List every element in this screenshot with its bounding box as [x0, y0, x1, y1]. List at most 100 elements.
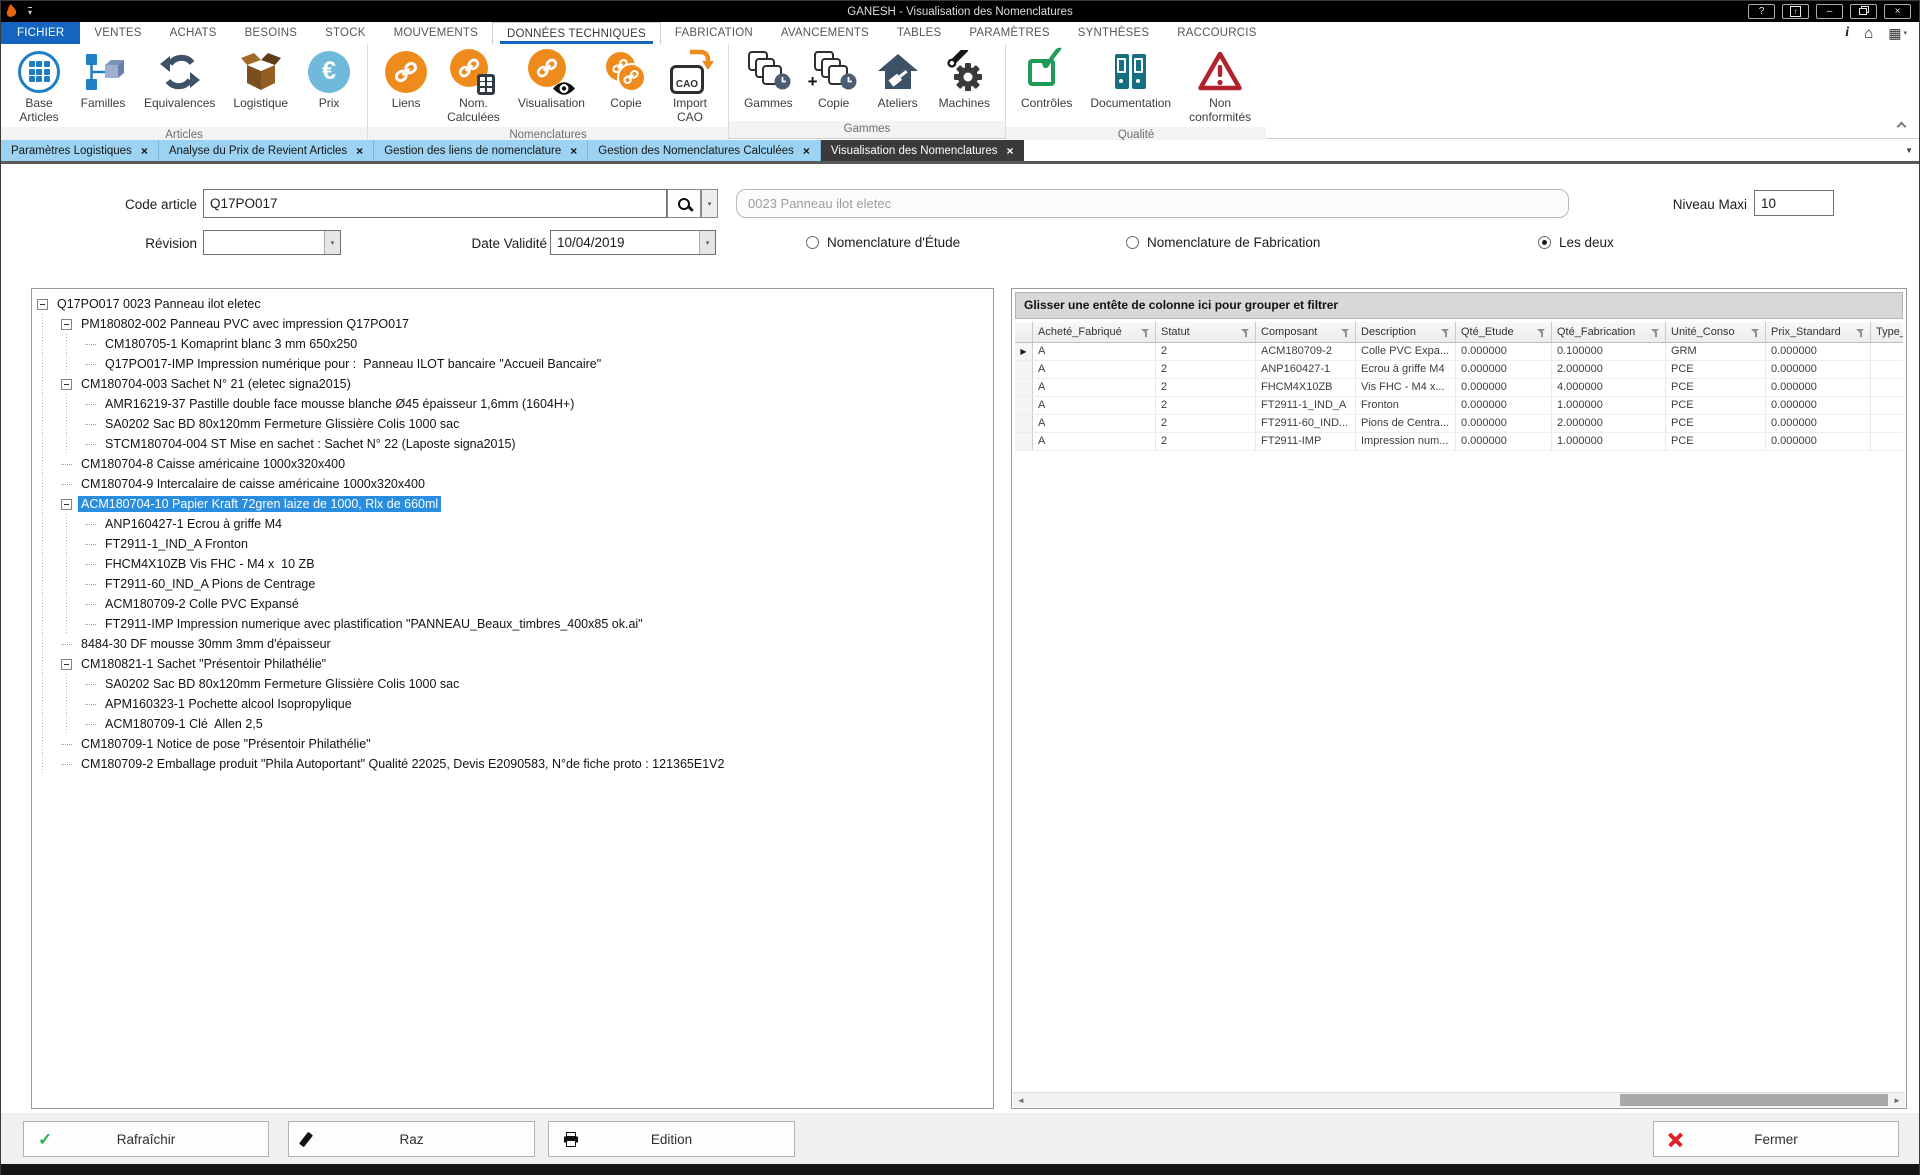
menu-item-syntheses[interactable]: SYNTHÈSES	[1064, 22, 1163, 44]
scroll-left-arrow-icon[interactable]: ◄	[1013, 1093, 1029, 1107]
filter-icon[interactable]	[1241, 328, 1250, 337]
tree-item[interactable]: CM180704-8 Caisse américaine 1000x320x40…	[32, 454, 993, 474]
ribbon-button-controles[interactable]: ✓Contrôles	[1012, 46, 1081, 127]
rafraichir-button[interactable]: ✓Rafraîchir	[23, 1121, 269, 1157]
filter-icon[interactable]	[1537, 328, 1546, 337]
menu-item-fichier[interactable]: FICHIER	[1, 22, 80, 44]
tree-item[interactable]: SA0202 Sac BD 80x120mm Fermeture Glissiè…	[32, 674, 993, 694]
minimize-button[interactable]: –	[1816, 4, 1843, 19]
chevron-down-icon[interactable]: ▾	[324, 231, 340, 254]
menu-item-avancements[interactable]: AVANCEMENTS	[767, 22, 883, 44]
home-icon[interactable]: ⌂	[1864, 25, 1873, 42]
grid-row[interactable]: ▶A2ACM180709-2Colle PVC Expa...0.0000000…	[1015, 343, 1903, 361]
scroll-thumb[interactable]	[1620, 1094, 1888, 1106]
niveau-maxi-input[interactable]	[1754, 190, 1834, 216]
tree-item[interactable]: AMR16219-37 Pastille double face mousse …	[32, 394, 993, 414]
grid-row[interactable]: A2FT2911-IMPImpression num...0.0000001.0…	[1015, 433, 1903, 451]
grid-row[interactable]: A2ANP160427-1Ecrou à griffe M40.0000002.…	[1015, 361, 1903, 379]
tree-item[interactable]: 8484-30 DF mousse 30mm 3mm d'épaisseur	[32, 634, 993, 654]
grid-column-header-description[interactable]: Description	[1356, 322, 1456, 343]
menu-item-stock[interactable]: STOCK	[311, 22, 379, 44]
grid-column-header-qte-etude[interactable]: Qté_Etude	[1456, 322, 1552, 343]
menu-item-besoins[interactable]: BESOINS	[231, 22, 312, 44]
tab-close-icon[interactable]: ×	[141, 144, 148, 158]
tree-item[interactable]: PM180802-002 Panneau PVC avec impression…	[32, 314, 993, 334]
tree-item[interactable]: FT2911-60_IND_A Pions de Centrage	[32, 574, 993, 594]
ribbon-button-ateliers[interactable]: Ateliers	[866, 46, 930, 121]
fermer-button[interactable]: Fermer	[1653, 1121, 1899, 1157]
ribbon-button-base-articles[interactable]: Base Articles	[7, 46, 71, 127]
grid-menu-icon[interactable]: ▦▾	[1888, 25, 1907, 42]
grid-column-header-type-v[interactable]: Type_V	[1871, 322, 1903, 343]
menu-item-raccourcis[interactable]: RACCOURCIS	[1163, 22, 1270, 44]
ribbon-button-import-cao[interactable]: CAOImport CAO	[658, 46, 722, 127]
close-button[interactable]: ×	[1884, 4, 1911, 19]
tab-visualisation-des-nomenclatures[interactable]: Visualisation des Nomenclatures×	[821, 140, 1024, 161]
menu-item-tables[interactable]: TABLES	[883, 22, 955, 44]
filter-icon[interactable]	[1651, 328, 1660, 337]
tree-item[interactable]: CM180709-1 Notice de pose "Présentoir Ph…	[32, 734, 993, 754]
edition-button[interactable]: Edition	[548, 1121, 795, 1157]
revision-combo[interactable]: ▾	[203, 230, 341, 255]
ribbon-collapse-button[interactable]	[1898, 123, 1905, 130]
filter-icon[interactable]	[1751, 328, 1760, 337]
menu-item-achats[interactable]: ACHATS	[156, 22, 231, 44]
tree-item[interactable]: ACM180704-10 Papier Kraft 72gren laize d…	[32, 494, 993, 514]
tree-expander-icon[interactable]	[37, 299, 48, 310]
menu-item-donnees-techniques[interactable]: DONNÉES TECHNIQUES	[492, 22, 661, 44]
tab-analyse-du-prix-de-revient-articles[interactable]: Analyse du Prix de Revient Articles×	[159, 140, 374, 161]
ribbon-button-familles[interactable]: Familles	[71, 46, 135, 127]
filter-icon[interactable]	[1441, 328, 1450, 337]
tree-item[interactable]: FT2911-IMP Impression numerique avec pla…	[32, 614, 993, 634]
tab-parametres-logistiques[interactable]: Paramètres Logistiques×	[1, 140, 159, 161]
tree-item[interactable]: FT2911-1_IND_A Fronton	[32, 534, 993, 554]
grid-column-header-statut[interactable]: Statut	[1156, 322, 1256, 343]
tab-close-icon[interactable]: ×	[1007, 144, 1014, 158]
restore-button[interactable]	[1850, 4, 1877, 19]
tab-close-icon[interactable]: ×	[356, 144, 363, 158]
pin-button[interactable]: ↑	[1782, 4, 1809, 19]
tree-expander-icon[interactable]	[61, 379, 72, 390]
tree-item[interactable]: ACM180709-1 Clé Allen 2,5	[32, 714, 993, 734]
ribbon-button-non-conformites[interactable]: Non conformités	[1180, 46, 1260, 127]
ribbon-button-equivalences[interactable]: Equivalences	[135, 46, 224, 127]
tree-item[interactable]: CM180704-9 Intercalaire de caisse améric…	[32, 474, 993, 494]
grid-column-header-qte-fabrication[interactable]: Qté_Fabrication	[1552, 322, 1666, 343]
radio-nomenclature-d-etude[interactable]: Nomenclature d'Étude	[806, 230, 960, 255]
grid-row[interactable]: A2FT2911-1_IND_AFronton0.0000001.000000P…	[1015, 397, 1903, 415]
grid-row[interactable]: A2FT2911-60_IND...Pions de Centra...0.00…	[1015, 415, 1903, 433]
grid-horizontal-scrollbar[interactable]: ◄ ►	[1013, 1092, 1905, 1107]
search-button[interactable]	[667, 189, 701, 218]
radio-nomenclature-de-fabrication[interactable]: Nomenclature de Fabrication	[1126, 230, 1320, 255]
tab-close-icon[interactable]: ×	[570, 144, 577, 158]
grid-row[interactable]: A2FHCM4X10ZBVis FHC - M4 x...0.0000004.0…	[1015, 379, 1903, 397]
help-button[interactable]: ?	[1748, 4, 1775, 19]
menu-item-mouvements[interactable]: MOUVEMENTS	[380, 22, 492, 44]
tree-expander-icon[interactable]	[61, 319, 72, 330]
menu-item-fabrication[interactable]: FABRICATION	[661, 22, 767, 44]
radio-les-deux[interactable]: Les deux	[1538, 230, 1614, 255]
tree-item[interactable]: Q17PO017-IMP Impression numérique pour :…	[32, 354, 993, 374]
tree-item[interactable]: CM180704-003 Sachet N° 21 (eletec signa2…	[32, 374, 993, 394]
tab-overflow-button[interactable]: ▼	[1905, 146, 1913, 155]
tree-item[interactable]: Q17PO017 0023 Panneau ilot eletec	[32, 294, 993, 314]
filter-icon[interactable]	[1856, 328, 1865, 337]
grid-group-panel[interactable]: Glisser une entête de colonne ici pour g…	[1015, 292, 1903, 319]
tree-item[interactable]: SA0202 Sac BD 80x120mm Fermeture Glissiè…	[32, 414, 993, 434]
tree-item[interactable]: APM160323-1 Pochette alcool Isopropyliqu…	[32, 694, 993, 714]
scroll-right-arrow-icon[interactable]: ►	[1889, 1093, 1905, 1107]
ribbon-button-prix[interactable]: €Prix	[297, 46, 361, 127]
tab-gestion-des-nomenclatures-calculees[interactable]: Gestion des Nomenclatures Calculées×	[588, 140, 821, 161]
tree-item[interactable]: ACM180709-2 Colle PVC Expansé	[32, 594, 993, 614]
info-icon[interactable]: i	[1845, 25, 1849, 41]
menu-item-ventes[interactable]: VENTES	[80, 22, 155, 44]
grid-column-header-unite-conso[interactable]: Unité_Conso	[1666, 322, 1766, 343]
ribbon-button-machines[interactable]: Machines	[930, 46, 999, 121]
search-dropdown-button[interactable]: ▾	[701, 189, 718, 218]
tree-item[interactable]: STCM180704-004 ST Mise en sachet : Sache…	[32, 434, 993, 454]
tree-item[interactable]: FHCM4X10ZB Vis FHC - M4 x 10 ZB	[32, 554, 993, 574]
chevron-down-icon[interactable]: ▾	[699, 231, 715, 254]
quick-access-caret-icon[interactable]: ▾	[28, 7, 32, 17]
tree-expander-icon[interactable]	[61, 499, 72, 510]
ribbon-button-copie[interactable]: +Copie	[802, 46, 866, 121]
